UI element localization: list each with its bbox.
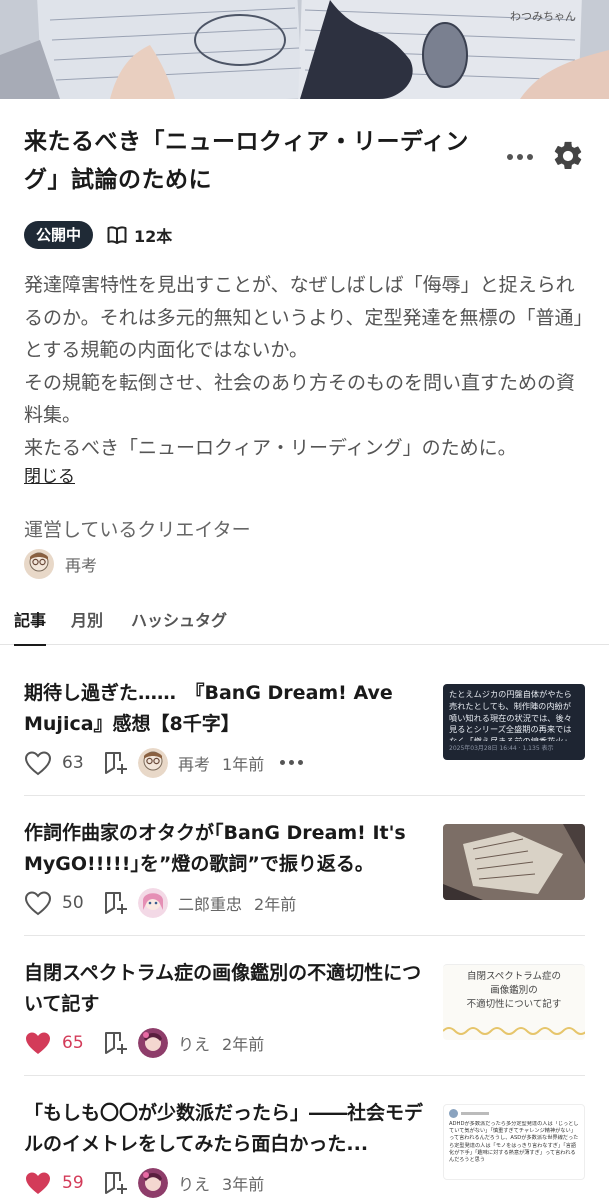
article-title[interactable]: 作詞作曲家のオタクが｢BanG Dream! It's MyGO!!!!!｣を”… xyxy=(24,818,424,880)
avatar[interactable] xyxy=(138,748,168,778)
article-title[interactable]: 期待し過ぎた…… 『BanG Dream! Ave Mujica』感想【8千字】 xyxy=(24,678,424,740)
like-count: 59 xyxy=(62,1173,84,1193)
thumbnail-handle xyxy=(461,1112,489,1115)
article-stats: 65 りえ 2年前 xyxy=(24,1028,264,1058)
article-thumbnail[interactable]: たとえムジカの円盤自体がやたら売れたとしても、制作陣の内紛が噴い知れる現在の状況… xyxy=(443,684,585,760)
author-name: 二郎重忠 xyxy=(178,895,243,914)
status-badge: 公開中 xyxy=(24,221,94,249)
bookmark-add-icon[interactable] xyxy=(102,889,130,917)
creators-heading: 運営しているクリエイター xyxy=(24,519,251,541)
book-icon xyxy=(107,226,127,244)
post-time: 2年前 xyxy=(254,895,297,914)
header-image: わつみちゃん xyxy=(0,0,609,99)
like-count: 65 xyxy=(62,1033,84,1053)
page-title: 来たるべき「ニューロクィア・リーディング」試論のために xyxy=(24,129,469,193)
author-name: りえ xyxy=(178,1035,211,1054)
avatar[interactable] xyxy=(138,1168,168,1198)
creator-item[interactable]: 再考 xyxy=(24,549,97,579)
heart-filled-icon[interactable] xyxy=(24,1030,52,1056)
article-thumbnail[interactable]: 自閉スペクトラム症の 画像鑑別の 不適切性について記す xyxy=(443,964,585,1040)
tab-hashtags[interactable]: ハッシュタグ xyxy=(131,607,227,631)
author-name: 再考 xyxy=(178,755,211,774)
creator-name: 再考 xyxy=(65,556,98,575)
magazine-header: 来たるべき「ニューロクィア・リーディング」試論のために xyxy=(24,120,585,200)
list-item[interactable]: 期待し過ぎた…… 『BanG Dream! Ave Mujica』感想【8千字】… xyxy=(0,656,609,796)
list-item[interactable]: 自閉スペクトラム症の画像鑑別の不適切性について記す 自閉スペクトラム症の 画像鑑… xyxy=(0,936,609,1076)
post-time: 1年前 xyxy=(222,755,265,774)
author-name: りえ xyxy=(178,1175,211,1194)
avatar[interactable] xyxy=(138,888,168,918)
thumbnail-avatar xyxy=(449,1109,458,1118)
bookmark-add-icon[interactable] xyxy=(102,749,130,777)
avatar xyxy=(24,549,54,579)
article-title[interactable]: 「もしも〇〇が少数派だったら」――社会モデルのイメトレをしてみたら面白かった..… xyxy=(24,1098,424,1160)
list-item[interactable]: 作詞作曲家のオタクが｢BanG Dream! It's MyGO!!!!!｣を”… xyxy=(0,796,609,936)
thumbnail-text: 自閉スペクトラム症の 画像鑑別の 不適切性について記す xyxy=(466,971,562,1010)
list-item[interactable]: 「もしも〇〇が少数派だったら」――社会モデルのイメトレをしてみたら面白かった..… xyxy=(0,1076,609,1200)
article-count-label: 12本 xyxy=(134,227,173,246)
more-options-button[interactable] xyxy=(280,758,306,768)
more-dot-icon xyxy=(517,154,523,160)
tab-articles[interactable]: 記事 xyxy=(14,607,47,646)
article-stats: 59 りえ 3年前 xyxy=(24,1168,264,1198)
tab-bar: 記事 月別 ハッシュタグ xyxy=(0,603,609,646)
more-dot-icon xyxy=(289,760,295,765)
settings-button[interactable] xyxy=(551,139,585,173)
more-dot-icon xyxy=(298,760,304,765)
svg-text:わつみちゃん: わつみちゃん xyxy=(510,10,576,23)
gear-icon xyxy=(554,141,582,170)
article-title[interactable]: 自閉スペクトラム症の画像鑑別の不適切性について記す xyxy=(24,958,424,1020)
article-stats: 63 再考 1年前 xyxy=(24,748,306,778)
thumbnail-text: たとえムジカの円盤自体がやたら売れたとしても、制作陣の内紛が噴い知れる現在の状況… xyxy=(449,689,572,741)
more-dot-icon xyxy=(527,154,533,160)
tab-monthly[interactable]: 月別 xyxy=(71,607,103,631)
more-dot-icon xyxy=(507,154,513,160)
article-count: 12本 xyxy=(107,223,172,247)
close-description-link[interactable]: 閉じる xyxy=(24,462,75,487)
like-count: 50 xyxy=(62,893,84,913)
more-dot-icon xyxy=(280,760,286,765)
heart-filled-icon[interactable] xyxy=(24,1170,52,1196)
magazine-meta: 公開中 12本 xyxy=(24,220,172,250)
article-thumbnail[interactable] xyxy=(443,824,585,900)
article-thumbnail[interactable]: ADHDが多数派だったら多分定型発達の人は「じっとしていて気がない」「慎重すぎて… xyxy=(443,1104,585,1180)
bookmark-add-icon[interactable] xyxy=(102,1029,130,1057)
post-time: 3年前 xyxy=(222,1175,265,1194)
thumbnail-meta: 2025年03月28日 16:44 · 1,135 表示 xyxy=(449,745,554,752)
avatar[interactable] xyxy=(138,1028,168,1058)
magazine-description: 発達障害特性を見出すことが、なぜしばしば「侮辱」と捉えられるのか。それは多元的無… xyxy=(24,274,583,459)
bookmark-add-icon[interactable] xyxy=(102,1169,130,1197)
more-options-button[interactable] xyxy=(505,144,535,168)
thumbnail-text: ADHDが多数派だったら多分定型発達の人は「じっとしていて気がない」「慎重すぎて… xyxy=(449,1121,579,1164)
heart-icon[interactable] xyxy=(24,750,52,776)
heart-icon[interactable] xyxy=(24,890,52,916)
like-count: 63 xyxy=(62,753,84,773)
post-time: 2年前 xyxy=(222,1035,265,1054)
thumbnail-header xyxy=(449,1109,579,1118)
article-stats: 50 二郎重忠 2年前 xyxy=(24,888,296,918)
thumbnail-wave xyxy=(443,1027,585,1035)
thumbnail-image xyxy=(443,824,585,900)
